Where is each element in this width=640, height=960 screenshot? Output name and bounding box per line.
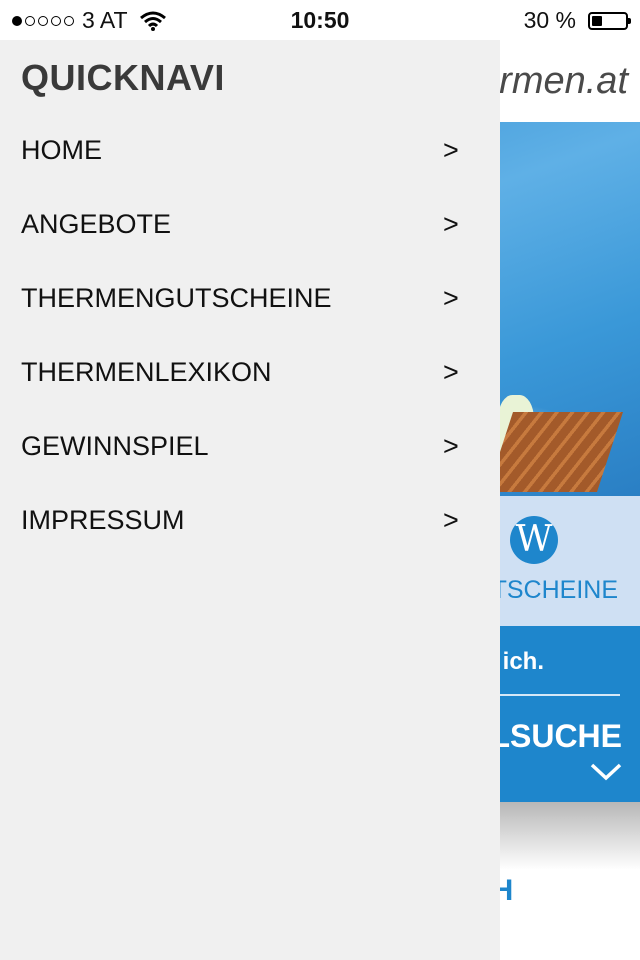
nav-item-thermengutscheine[interactable]: THERMENGUTSCHEINE > [0,262,500,336]
arrow-right-icon: > [443,209,459,239]
chevron-down-icon[interactable] [590,762,622,782]
nav-item-label: THERMENGUTSCHEINE [21,283,332,313]
nav-item-label: GEWINNSPIEL [21,431,209,461]
arrow-right-icon: > [443,505,459,535]
nav-item-label: IMPRESSUM [21,505,185,535]
search-panel-text: ich. [502,648,544,675]
quicknavi-drawer: QUICKNAVI HOME > ANGEBOTE > THERMENGUTSC… [0,40,500,960]
nav-item-label: ANGEBOTE [21,209,172,239]
nav-item-label: HOME [21,135,102,165]
status-bar: 3 AT 10:50 30 % [0,0,640,40]
nav-item-impressum[interactable]: IMPRESSUM > [0,484,500,558]
battery-percent: 30 % [523,7,576,33]
nav-item-gewinnspiel[interactable]: GEWINNSPIEL > [0,410,500,484]
battery-icon [588,11,631,30]
nav-item-thermenlexikon[interactable]: THERMENLEXIKON > [0,336,500,410]
nav-item-label: THERMENLEXIKON [21,357,272,387]
drawer-title: QUICKNAVI [21,57,225,98]
voucher-label: TSCHEINE [491,576,618,604]
site-logo[interactable]: rmen.at [499,60,628,103]
arrow-right-icon: > [443,357,459,387]
arrow-right-icon: > [443,283,459,313]
nav-menu: HOME > ANGEBOTE > THERMENGUTSCHEINE > TH… [0,114,500,558]
voucher-logo-icon: W [510,516,558,564]
battery-status: 30 % [523,7,631,34]
nav-item-home[interactable]: HOME > [0,114,500,188]
arrow-right-icon: > [443,135,459,165]
search-panel-title[interactable]: LSUCHE [490,718,622,755]
arrow-right-icon: > [443,431,459,461]
nav-item-angebote[interactable]: ANGEBOTE > [0,188,500,262]
